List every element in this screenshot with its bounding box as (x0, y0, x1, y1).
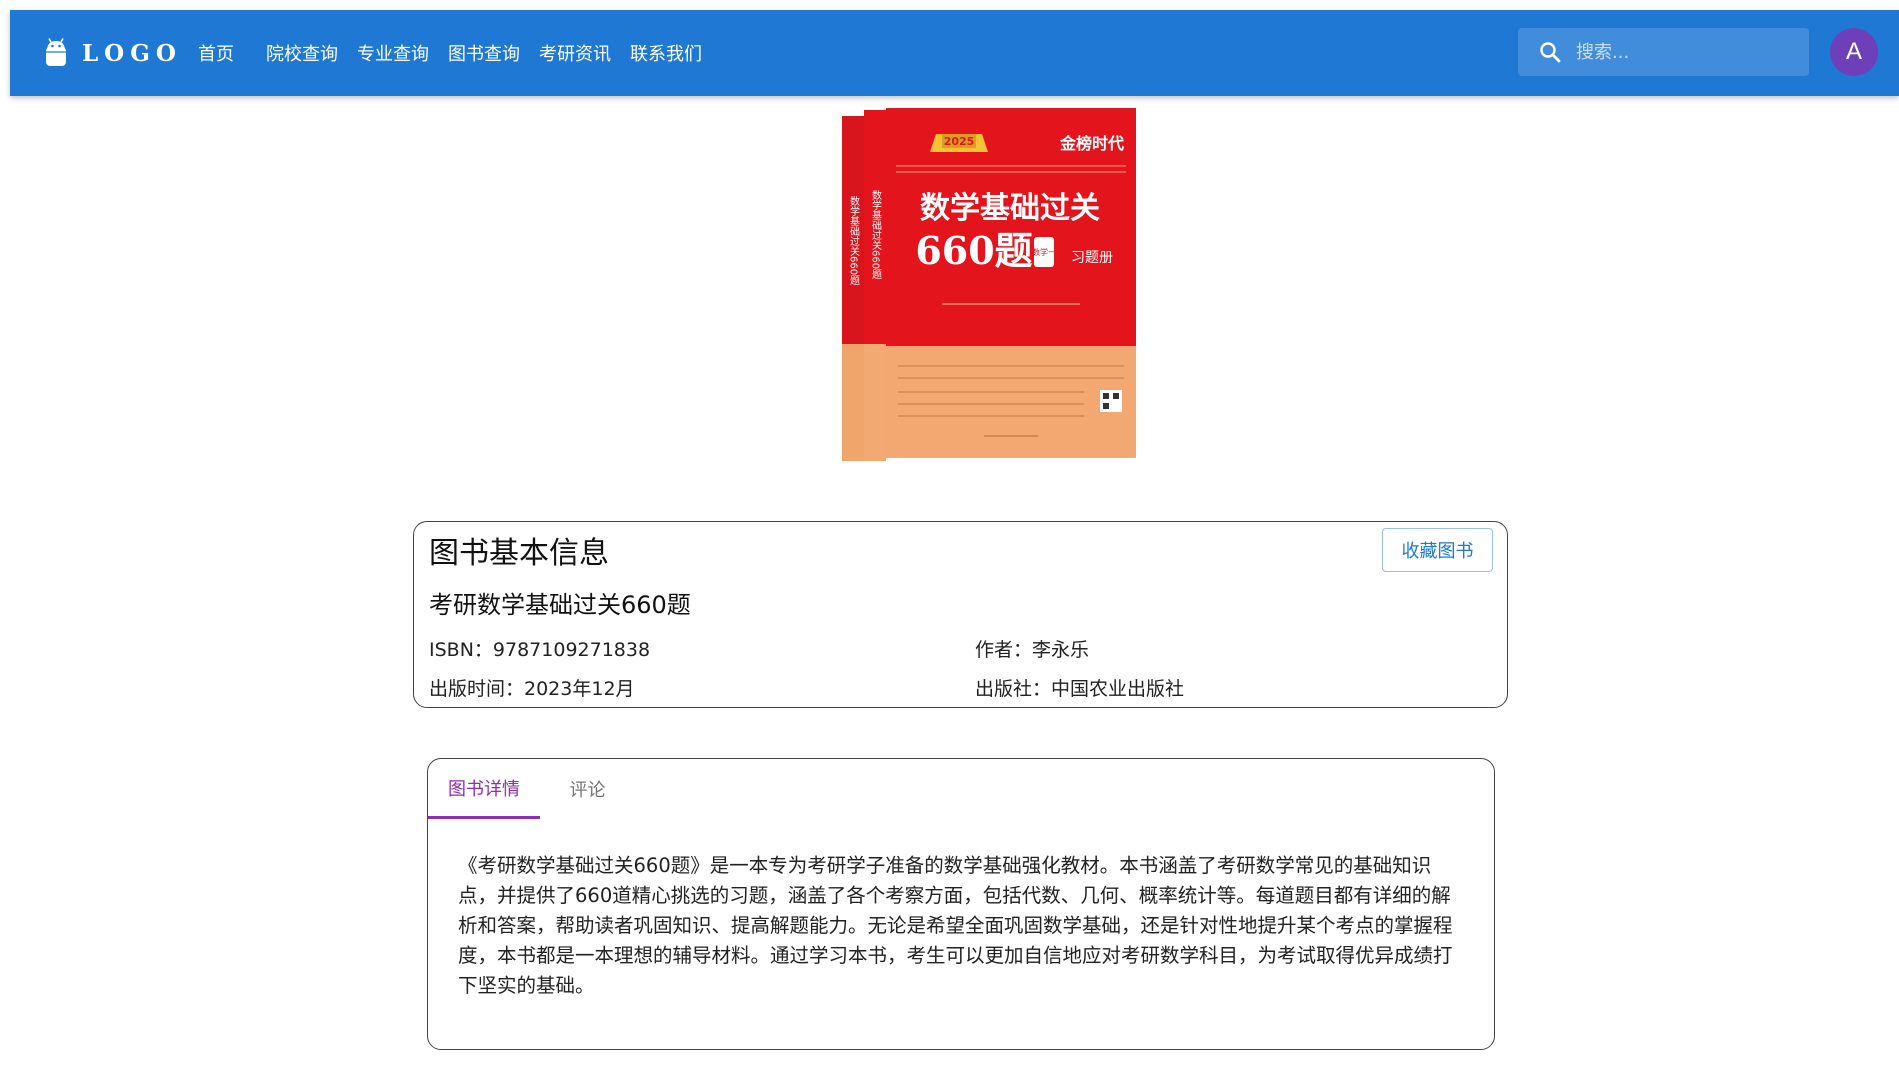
author-field: 作者：李永乐 (975, 639, 1090, 661)
book-detail-card: 图书详情 评论 《考研数学基础过关660题》是一本专为考研学子准备的数学基础强化… (427, 758, 1495, 1050)
cover-subject: 数学一 (1032, 247, 1056, 257)
search-box[interactable] (1518, 28, 1809, 76)
logo[interactable]: LOGO (44, 38, 182, 68)
nav-book-search[interactable]: 图书查询 (448, 40, 520, 66)
search-input[interactable] (1574, 40, 1809, 64)
cover-title-line2: 660题 (915, 228, 1032, 273)
android-logo-icon (46, 38, 66, 66)
publish-date-field: 出版时间：2023年12月 (429, 678, 635, 700)
book-info-card: 图书基本信息 收藏图书 考研数学基础过关660题 ISBN：9787109271… (413, 521, 1508, 708)
section-title: 图书基本信息 (429, 536, 609, 571)
cover-volume: 习题册 (1071, 250, 1113, 266)
cover-brand: 金榜时代 (1059, 134, 1124, 153)
book-cover-image: 数学基础过关660题 数学基础过关660题 2025 金榜时代 数学基础过关 6… (834, 104, 1174, 468)
nav-home[interactable]: 首页 (198, 40, 234, 66)
tab-comments[interactable]: 评论 (540, 759, 635, 819)
book-title: 考研数学基础过关660题 (429, 591, 691, 619)
nav-major-search[interactable]: 专业查询 (357, 40, 429, 66)
nav-school-search[interactable]: 院校查询 (266, 40, 338, 66)
detail-tabs: 图书详情 评论 (428, 759, 635, 819)
nav-exam-news[interactable]: 考研资讯 (539, 40, 611, 66)
book-cover-illustration: 数学基础过关660题 数学基础过关660题 2025 金榜时代 数学基础过关 6… (842, 108, 1136, 461)
svg-text:数学基础过关660题: 数学基础过关660题 (848, 195, 860, 285)
cover-title-line1: 数学基础过关 (920, 191, 1100, 226)
tab-book-details[interactable]: 图书详情 (428, 759, 540, 819)
nav-contact[interactable]: 联系我们 (630, 40, 702, 66)
cover-badge-year: 2025 (944, 135, 975, 148)
book-description: 《考研数学基础过关660题》是一本专为考研学子准备的数学基础强化教材。本书涵盖了… (458, 854, 1453, 997)
user-avatar[interactable]: A (1830, 28, 1878, 76)
logo-text: LOGO (82, 39, 182, 67)
isbn-field: ISBN：9787109271838 (429, 639, 651, 661)
main-nav: 首页 院校查询 专业查询 图书查询 考研资讯 联系我们 (198, 10, 721, 96)
svg-text:数学基础过关660题: 数学基础过关660题 (870, 189, 882, 279)
top-app-bar: LOGO 首页 院校查询 专业查询 图书查询 考研资讯 联系我们 A (10, 10, 1899, 96)
publisher-field: 出版社：中国农业出版社 (975, 678, 1185, 700)
favorite-book-button[interactable]: 收藏图书 (1382, 528, 1493, 572)
search-icon (1540, 42, 1561, 63)
